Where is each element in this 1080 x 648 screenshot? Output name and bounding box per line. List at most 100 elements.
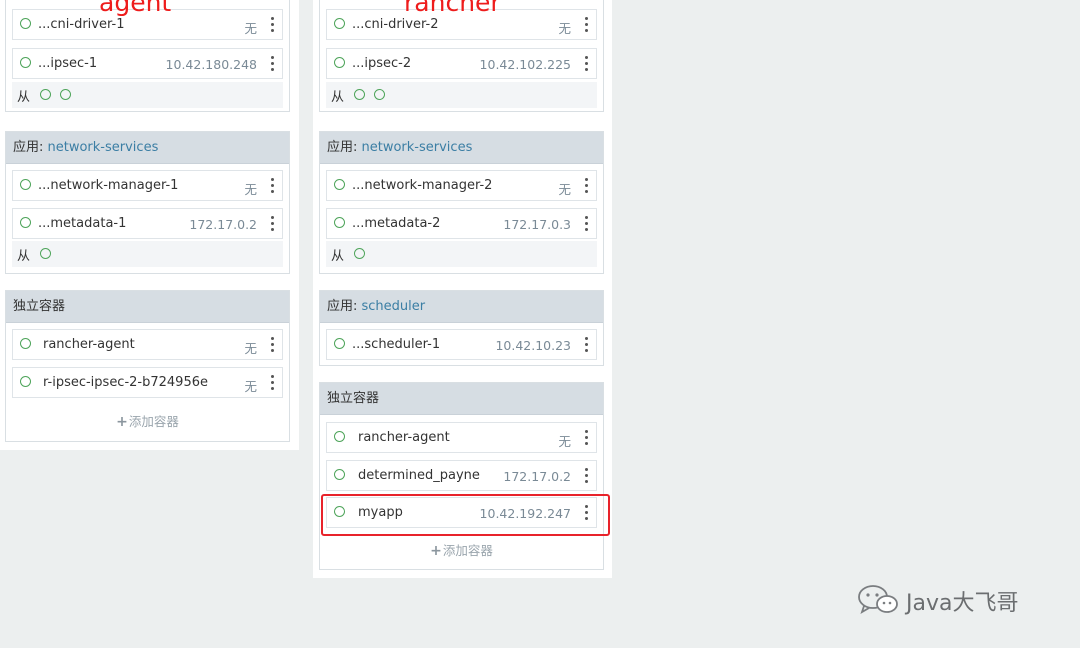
rancher-network-services-card: 应用: network-services ...network-manager-… xyxy=(319,131,604,274)
sidekick-label: 从 xyxy=(331,90,345,105)
container-ip: 无 xyxy=(244,182,257,197)
container-name[interactable]: ...scheduler-1 xyxy=(352,337,440,352)
sidekick-status-icon[interactable] xyxy=(60,89,71,100)
container-name[interactable]: determined_payne xyxy=(358,468,480,483)
container-ip: 10.42.10.23 xyxy=(495,338,571,353)
container-row[interactable]: ...ipsec-2 10.42.102.225 xyxy=(326,48,597,79)
status-circle-icon xyxy=(20,57,31,68)
sidekick-label: 从 xyxy=(331,249,345,264)
watermark-text: Java大飞哥 xyxy=(906,591,1019,616)
container-ip: 10.42.180.248 xyxy=(165,57,257,72)
sidekick-status-icon[interactable] xyxy=(40,89,51,100)
container-name[interactable]: r-ipsec-ipsec-2-b724956e xyxy=(43,375,208,390)
status-circle-icon xyxy=(20,217,31,228)
container-row[interactable]: r-ipsec-ipsec-2-b724956e 无 xyxy=(12,367,283,398)
more-menu-icon[interactable] xyxy=(585,17,588,33)
container-name[interactable]: ...metadata-1 xyxy=(38,216,126,231)
sidekick-status-icon[interactable] xyxy=(354,248,365,259)
container-row[interactable]: ...scheduler-1 10.42.10.23 xyxy=(326,329,597,360)
container-name[interactable]: rancher-agent xyxy=(358,430,450,445)
add-container-button[interactable]: +添加容器 xyxy=(6,411,289,430)
more-menu-icon[interactable] xyxy=(271,17,274,33)
agent-network-services-card: 应用: network-services ...network-manager-… xyxy=(5,131,290,274)
agent-standalone-card: 独立容器 rancher-agent 无 r-ipsec-ipsec-2-b72… xyxy=(5,290,290,442)
container-ip: 无 xyxy=(244,21,257,36)
sidekick-footer: 从 xyxy=(326,82,597,108)
watermark: Java大飞哥 xyxy=(856,582,1018,618)
rancher-standalone-card: 独立容器 rancher-agent 无 determined_payne 17… xyxy=(319,382,604,570)
container-ip: 无 xyxy=(244,341,257,356)
status-circle-icon xyxy=(334,18,345,29)
sidekick-label: 从 xyxy=(17,90,31,105)
add-container-button[interactable]: +添加容器 xyxy=(320,540,603,559)
card-header: 应用: network-services xyxy=(320,132,603,164)
card-header: 独立容器 xyxy=(6,291,289,323)
card-header: 独立容器 xyxy=(320,383,603,415)
container-name[interactable]: ...metadata-2 xyxy=(352,216,440,231)
more-menu-icon[interactable] xyxy=(271,56,274,72)
container-name[interactable]: ...cni-driver-2 xyxy=(352,17,438,32)
container-row[interactable]: ...network-manager-1 无 xyxy=(12,170,283,201)
more-menu-icon[interactable] xyxy=(585,178,588,194)
app-prefix: 应用: xyxy=(13,140,48,155)
sidekick-status-icon[interactable] xyxy=(374,89,385,100)
status-circle-icon xyxy=(20,18,31,29)
container-row[interactable]: ...ipsec-1 10.42.180.248 xyxy=(12,48,283,79)
status-circle-icon xyxy=(334,217,345,228)
container-row[interactable]: rancher-agent 无 xyxy=(12,329,283,360)
more-menu-icon[interactable] xyxy=(585,56,588,72)
highlight-box xyxy=(321,494,610,536)
more-menu-icon[interactable] xyxy=(271,216,274,232)
agent-annotation: agent xyxy=(99,0,172,17)
more-menu-icon[interactable] xyxy=(271,178,274,194)
container-row[interactable]: rancher-agent 无 xyxy=(326,422,597,453)
app-link[interactable]: scheduler xyxy=(362,299,426,314)
status-circle-icon xyxy=(334,57,345,68)
status-circle-icon xyxy=(334,431,345,442)
status-circle-icon xyxy=(334,469,345,480)
container-ip: 无 xyxy=(558,21,571,36)
more-menu-icon[interactable] xyxy=(271,375,274,391)
agent-host-column: ...cni-driver-1 无 ...ipsec-1 10.42.180.2… xyxy=(0,0,299,450)
container-name[interactable]: ...cni-driver-1 xyxy=(38,17,124,32)
more-menu-icon[interactable] xyxy=(585,216,588,232)
container-name[interactable]: ...network-manager-1 xyxy=(38,178,178,193)
sidekick-status-icon[interactable] xyxy=(40,248,51,259)
plus-icon: + xyxy=(116,414,128,430)
container-name[interactable]: ...ipsec-2 xyxy=(352,56,411,71)
container-row[interactable]: ...network-manager-2 无 xyxy=(326,170,597,201)
container-ip: 172.17.0.2 xyxy=(189,217,257,232)
container-ip: 无 xyxy=(558,434,571,449)
container-ip: 无 xyxy=(558,182,571,197)
status-circle-icon xyxy=(20,179,31,190)
card-header: 应用: network-services xyxy=(6,132,289,164)
card-header: 应用: scheduler xyxy=(320,291,603,323)
sidekick-status-icon[interactable] xyxy=(354,89,365,100)
app-link[interactable]: network-services xyxy=(362,140,473,155)
container-ip: 172.17.0.2 xyxy=(503,469,571,484)
container-row[interactable]: ...metadata-1 172.17.0.2 xyxy=(12,208,283,239)
sidekick-footer: 从 xyxy=(12,241,283,267)
more-menu-icon[interactable] xyxy=(271,337,274,353)
container-row[interactable]: determined_payne 172.17.0.2 xyxy=(326,460,597,491)
app-prefix: 应用: xyxy=(327,140,362,155)
status-circle-icon xyxy=(334,179,345,190)
more-menu-icon[interactable] xyxy=(585,468,588,484)
rancher-annotation: rancher xyxy=(404,0,501,17)
rancher-scheduler-card: 应用: scheduler ...scheduler-1 10.42.10.23 xyxy=(319,290,604,366)
container-ip: 无 xyxy=(244,379,257,394)
app-link[interactable]: network-services xyxy=(48,140,159,155)
app-prefix: 应用: xyxy=(327,299,362,314)
more-menu-icon[interactable] xyxy=(585,430,588,446)
container-row[interactable]: ...metadata-2 172.17.0.3 xyxy=(326,208,597,239)
add-container-label: 添加容器 xyxy=(128,414,179,429)
container-name[interactable]: ...network-manager-2 xyxy=(352,178,492,193)
more-menu-icon[interactable] xyxy=(585,337,588,353)
container-name[interactable]: rancher-agent xyxy=(43,337,135,352)
container-name[interactable]: ...ipsec-1 xyxy=(38,56,97,71)
container-ip: 172.17.0.3 xyxy=(503,217,571,232)
add-container-label: 添加容器 xyxy=(442,543,493,558)
sidekick-footer: 从 xyxy=(12,82,283,108)
status-circle-icon xyxy=(20,338,31,349)
status-circle-icon xyxy=(334,338,345,349)
